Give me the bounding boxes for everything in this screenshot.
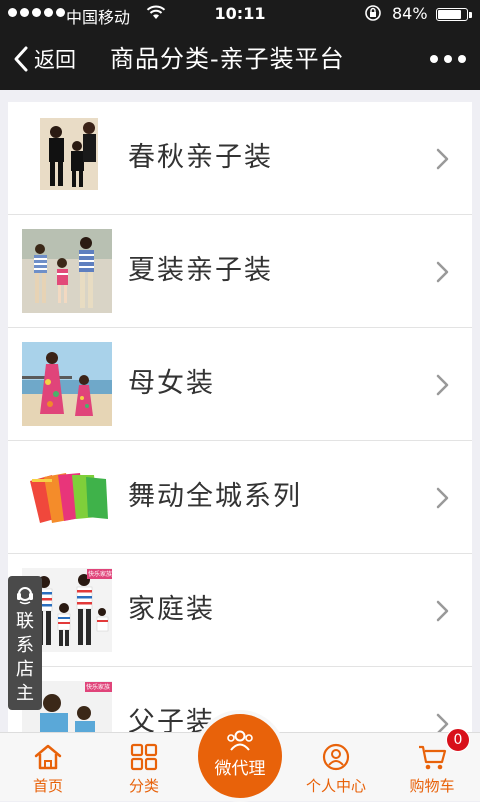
tab-profile-label: 个人中心 xyxy=(305,777,366,795)
rotation-lock-icon xyxy=(364,4,382,26)
more-dots-icon xyxy=(430,55,438,63)
cart-icon xyxy=(419,745,447,770)
tab-cart-label: 购物车 xyxy=(409,777,455,795)
category-item-family[interactable]: 快乐家族 家庭装 xyxy=(8,554,472,667)
contact-owner-label: 联系店主 xyxy=(16,611,34,704)
tab-home[interactable]: 首页 xyxy=(0,733,96,801)
category-item-mother-daughter[interactable]: 母女装 xyxy=(8,328,472,441)
category-label: 舞动全城系列 xyxy=(128,481,302,512)
chevron-right-icon xyxy=(436,713,449,732)
category-thumbnail xyxy=(22,116,112,200)
page-title: 商品分类-亲子装平台 xyxy=(110,45,345,73)
category-item-dance-city[interactable]: 舞动全城系列 xyxy=(8,441,472,554)
chevron-left-icon xyxy=(14,46,28,72)
people-icon xyxy=(227,730,253,751)
agent-button-label: 微代理 xyxy=(214,759,266,779)
status-bar: 中国移动 10:11 84% xyxy=(0,0,480,28)
more-button[interactable] xyxy=(430,28,466,90)
nav-bar: 返回 商品分类-亲子装平台 xyxy=(0,28,480,90)
category-label: 父子装 xyxy=(128,707,215,732)
headset-icon xyxy=(17,587,33,605)
back-label: 返回 xyxy=(34,48,76,72)
user-icon xyxy=(322,743,350,771)
tab-category[interactable]: 分类 xyxy=(96,733,192,801)
chevron-right-icon xyxy=(436,148,449,170)
home-icon xyxy=(34,744,62,770)
category-thumbnail xyxy=(22,455,112,539)
chevron-right-icon xyxy=(436,487,449,509)
thumb-badge: 快乐家族 xyxy=(88,571,112,578)
thumb-badge: 快乐家族 xyxy=(86,684,111,691)
category-label: 春秋亲子装 xyxy=(128,142,273,173)
chevron-right-icon xyxy=(436,600,449,622)
chevron-right-icon xyxy=(436,261,449,283)
tab-home-label: 首页 xyxy=(32,777,63,795)
category-item-summer[interactable]: 夏装亲子装 xyxy=(8,215,472,328)
category-list: 春秋亲子装 夏装亲子装 母女装 舞动全城系列 快乐家族 家庭装 快乐家族 父子装 xyxy=(8,102,472,732)
battery-percent: 84% xyxy=(392,4,428,23)
category-thumbnail xyxy=(22,342,112,426)
category-label: 夏装亲子装 xyxy=(128,255,273,286)
tab-profile[interactable]: 个人中心 xyxy=(288,733,384,801)
cart-count-badge: 0 xyxy=(446,728,470,752)
back-button[interactable]: 返回 xyxy=(12,28,76,90)
contact-owner-button[interactable]: 联系店主 xyxy=(8,576,42,710)
battery-icon xyxy=(436,8,468,21)
category-item-spring-autumn[interactable]: 春秋亲子装 xyxy=(8,102,472,215)
category-thumbnail xyxy=(22,229,112,313)
grid-icon xyxy=(130,743,158,771)
chevron-right-icon xyxy=(436,374,449,396)
category-label: 母女装 xyxy=(128,368,215,399)
agent-button[interactable]: 微代理 xyxy=(194,710,286,802)
tab-category-label: 分类 xyxy=(128,777,159,795)
category-label: 家庭装 xyxy=(128,594,215,625)
